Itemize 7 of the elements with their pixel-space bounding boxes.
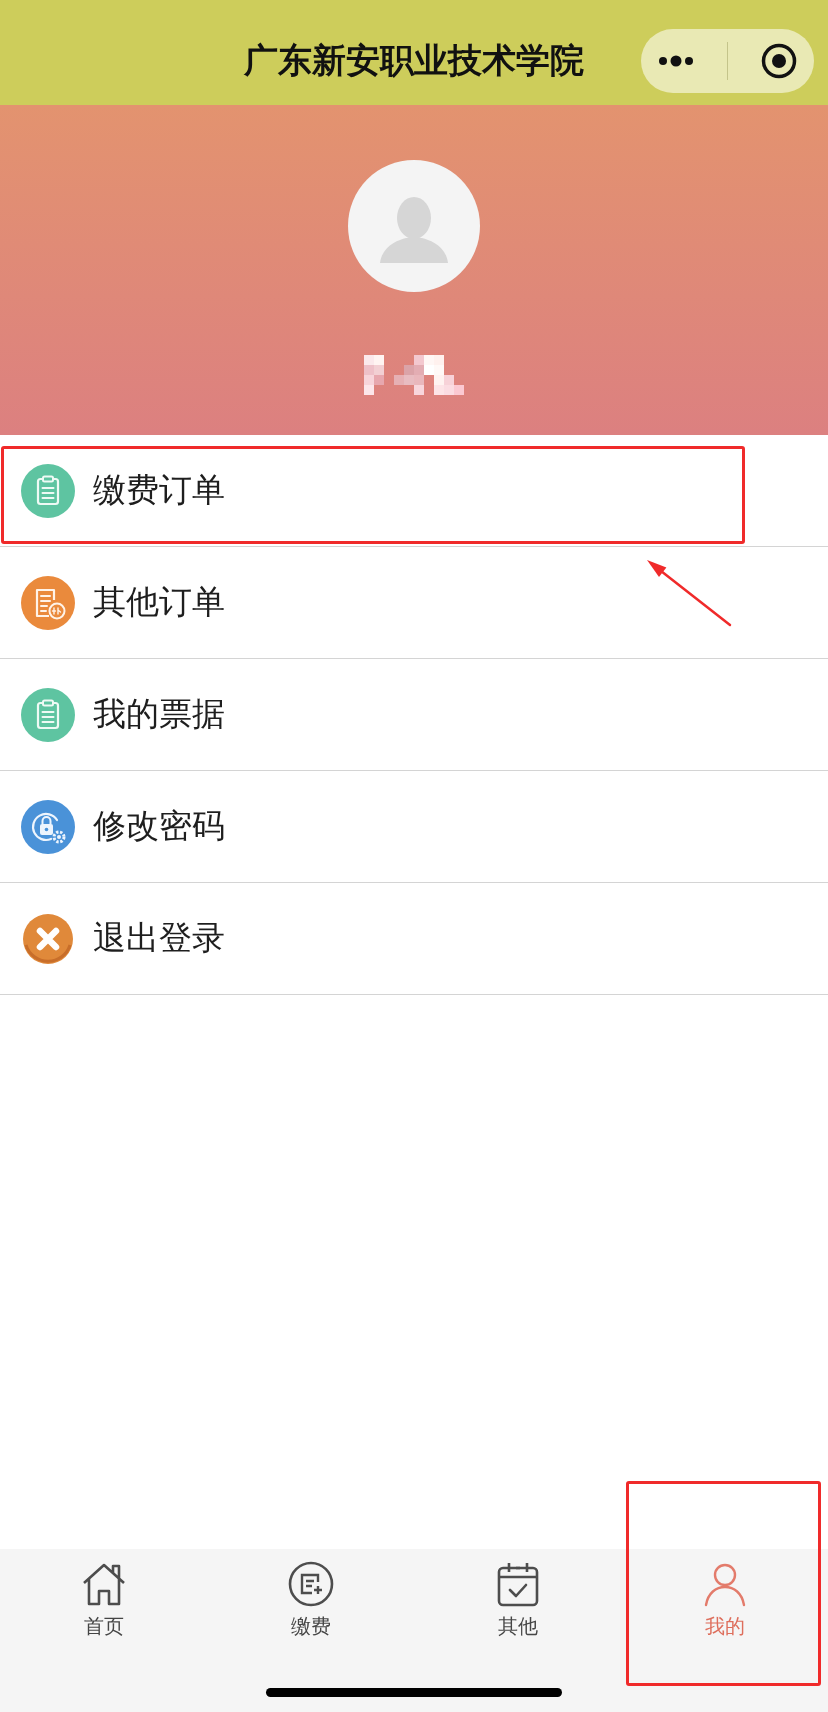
- page-title: 广东新安职业技术学院: [244, 38, 584, 82]
- target-icon[interactable]: [761, 42, 798, 79]
- tab[interactable]: 缴费: [286, 1549, 335, 1638]
- more-icon[interactable]: [657, 53, 694, 68]
- document-circle-icon: [286, 1560, 335, 1608]
- tab[interactable]: 首页: [79, 1549, 128, 1638]
- tab[interactable]: 其他: [493, 1549, 542, 1638]
